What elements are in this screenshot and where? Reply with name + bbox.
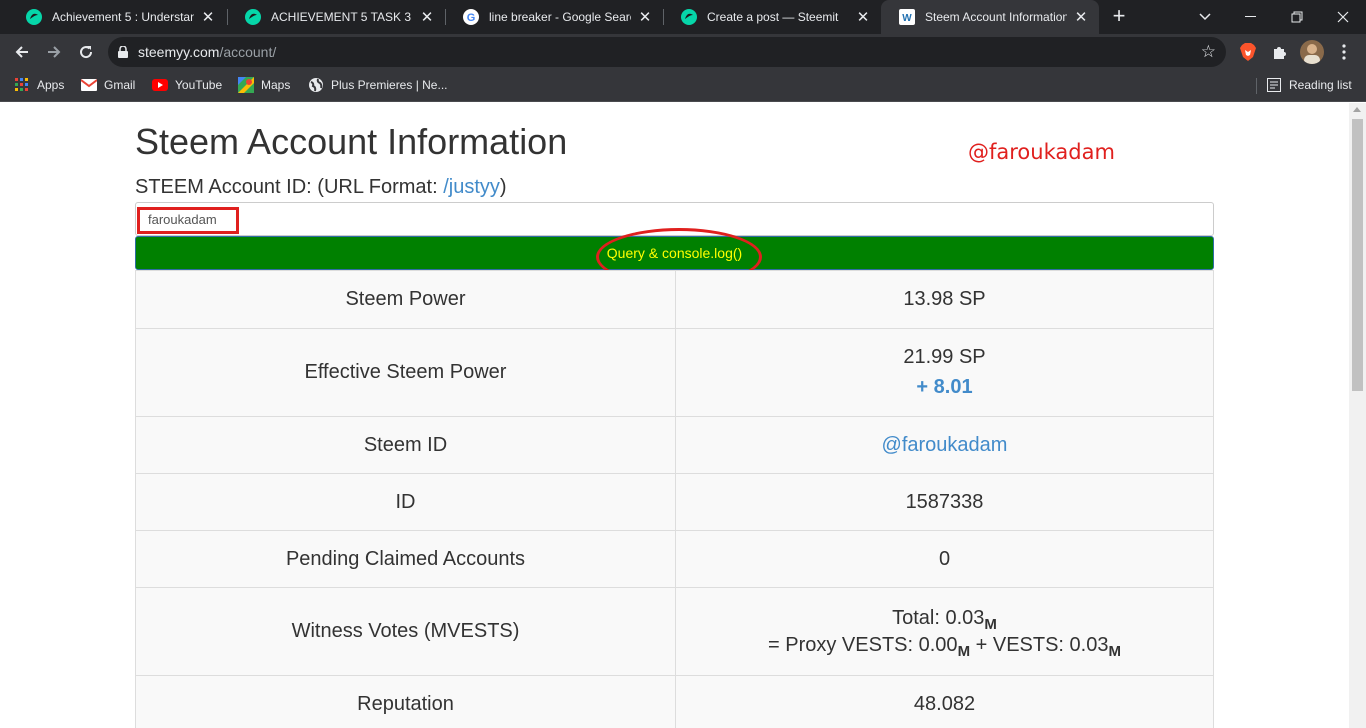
table-row: Steem Power 13.98 SP (135, 270, 1214, 329)
tab-achievement-5[interactable]: Achievement 5 : Understandin ✕ (8, 0, 226, 34)
justyy-link[interactable]: /justyy (443, 176, 500, 198)
table-row: Pending Claimed Accounts 0 (135, 530, 1214, 588)
table-row: Reputation 48.082 (135, 675, 1214, 728)
query-console-log-button[interactable]: Query & console.log() (135, 236, 1214, 270)
address-bar[interactable]: steemyy.com/account/ ☆ (108, 37, 1226, 67)
tab-achievement-5-task-3[interactable]: ACHIEVEMENT 5 TASK 3 || BY ✕ (227, 0, 445, 34)
page-content: Steem Account Information @faroukadam ST… (0, 103, 1349, 728)
restore-icon[interactable] (1274, 0, 1320, 34)
username-annotation: @faroukadam (968, 140, 1115, 164)
table-row: Effective Steem Power 21.99 SP + 8.01 (135, 328, 1214, 417)
steemit-icon (681, 9, 697, 25)
close-icon[interactable]: ✕ (200, 8, 216, 26)
row-label: Witness Votes (MVESTS) (135, 587, 676, 676)
tab-steem-account-information[interactable]: W Steem Account Information | ✕ (881, 0, 1099, 34)
close-icon[interactable]: ✕ (1073, 8, 1089, 26)
youtube-icon (152, 77, 168, 93)
account-id-label: STEEM Account ID: (URL Format: /justyy) (135, 176, 507, 198)
apps-grid-icon (14, 77, 30, 93)
row-value: 48.082 (675, 675, 1214, 728)
row-value: 0 (675, 530, 1214, 588)
steemit-icon (26, 9, 42, 25)
bookmarks-bar: Apps Gmail YouTube Maps Plus Premieres |… (0, 70, 1366, 102)
tab-google-search[interactable]: G line breaker - Google Search ✕ (445, 0, 663, 34)
bookmark-plus-premieres[interactable]: Plus Premieres | Ne... (308, 70, 447, 100)
forward-arrow-icon[interactable] (40, 38, 68, 66)
url-text: steemyy.com/account/ (138, 44, 277, 60)
gmail-icon (81, 77, 97, 93)
tab-create-post[interactable]: Create a post — Steemit ✕ (663, 0, 881, 34)
reload-icon[interactable] (72, 38, 100, 66)
row-value: 21.99 SP + 8.01 (675, 328, 1214, 417)
scrollbar-thumb[interactable] (1352, 119, 1363, 391)
steemit-icon (245, 9, 261, 25)
row-label: Effective Steem Power (135, 328, 676, 417)
row-value: 1587338 (675, 473, 1214, 531)
row-value: @faroukadam (675, 416, 1214, 474)
svg-text:W: W (902, 13, 912, 24)
table-row: Steem ID @faroukadam (135, 416, 1214, 474)
reading-list-button[interactable]: Reading list (1266, 70, 1352, 100)
page-title: Steem Account Information (135, 121, 568, 162)
vertical-scrollbar[interactable] (1349, 103, 1366, 728)
close-window-icon[interactable] (1320, 0, 1366, 34)
lock-icon[interactable] (108, 46, 138, 58)
back-arrow-icon[interactable] (8, 38, 36, 66)
account-id-input[interactable] (135, 202, 1214, 236)
row-label: Steem ID (135, 416, 676, 474)
google-icon: G (463, 9, 479, 25)
row-label: Steem Power (135, 270, 676, 329)
extensions-puzzle-icon[interactable] (1270, 42, 1290, 62)
scroll-up-arrow-icon[interactable] (1353, 107, 1361, 112)
kebab-menu-icon[interactable] (1334, 42, 1354, 62)
tab-strip: Achievement 5 : Understandin ✕ ACHIEVEME… (0, 0, 1366, 34)
row-label: ID (135, 473, 676, 531)
row-label: Pending Claimed Accounts (135, 530, 676, 588)
close-icon[interactable]: ✕ (637, 8, 653, 26)
row-value: 13.98 SP (675, 270, 1214, 329)
svg-text:G: G (467, 12, 476, 24)
reading-list-icon (1266, 77, 1282, 93)
steem-id-link[interactable]: @faroukadam (882, 434, 1008, 456)
minimize-icon[interactable] (1228, 0, 1274, 34)
bookmark-apps[interactable]: Apps (14, 70, 64, 100)
new-tab-button[interactable]: + (1106, 4, 1132, 30)
bookmark-star-icon[interactable]: ☆ (1201, 42, 1216, 62)
account-info-table: Steem Power 13.98 SP Effective Steem Pow… (135, 270, 1214, 728)
bookmark-youtube[interactable]: YouTube (152, 70, 222, 100)
delegated-sp-delta: + 8.01 (916, 376, 973, 398)
table-row: ID 1587338 (135, 473, 1214, 531)
close-icon[interactable]: ✕ (419, 8, 435, 26)
row-label: Reputation (135, 675, 676, 728)
maps-icon (238, 77, 254, 93)
globe-icon (308, 77, 324, 93)
browser-toolbar: steemyy.com/account/ ☆ (0, 34, 1366, 70)
table-row: Witness Votes (MVESTS) Total: 0.03M = Pr… (135, 587, 1214, 676)
wordpress-icon: W (899, 9, 915, 25)
brave-icon[interactable] (1238, 42, 1258, 62)
avatar[interactable] (1300, 40, 1324, 64)
row-value: Total: 0.03M = Proxy VESTS: 0.00M + VEST… (675, 587, 1214, 676)
bookmark-maps[interactable]: Maps (238, 70, 290, 100)
bookmark-gmail[interactable]: Gmail (81, 70, 135, 100)
witness-total: Total: 0.03M (892, 606, 997, 633)
close-icon[interactable]: ✕ (855, 8, 871, 26)
witness-breakdown: = Proxy VESTS: 0.00M + VESTS: 0.03M (768, 633, 1121, 660)
chevron-down-icon[interactable] (1182, 0, 1228, 34)
